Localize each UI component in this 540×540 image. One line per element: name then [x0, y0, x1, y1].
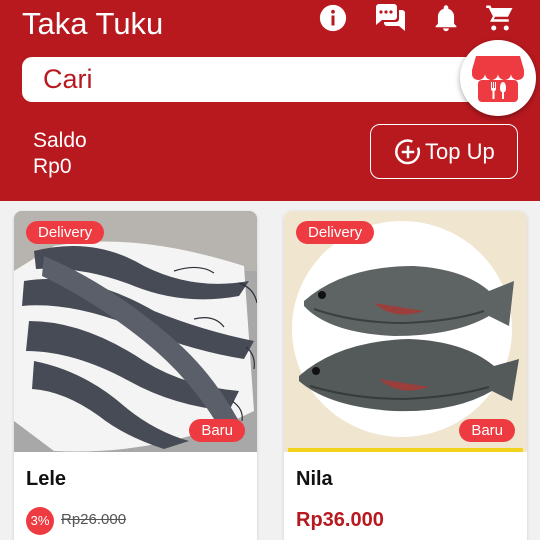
highlight-bar: [288, 448, 523, 452]
product-name: Nila: [296, 468, 333, 490]
delivery-badge: Delivery: [26, 221, 105, 244]
balance-label: Saldo: [33, 129, 87, 152]
product-name: Lele: [26, 468, 67, 490]
new-badge: Baru: [189, 419, 245, 442]
app-title: Taka Tuku: [22, 6, 164, 41]
search-placeholder: Cari: [43, 64, 93, 94]
store-icon: [471, 56, 525, 102]
balance-value: Rp0: [33, 155, 72, 178]
search-input[interactable]: Cari: [22, 57, 488, 102]
info-icon[interactable]: [317, 2, 349, 34]
chat-icon[interactable]: [371, 2, 409, 34]
cart-icon[interactable]: [484, 2, 516, 34]
new-badge: Baru: [459, 419, 515, 442]
product-image: Delivery Baru: [284, 211, 527, 452]
delivery-badge: Delivery: [296, 221, 375, 244]
product-price: Rp36.000: [296, 509, 384, 531]
product-card[interactable]: Delivery Baru Nila Rp36.000: [284, 211, 527, 540]
store-button[interactable]: [460, 40, 536, 116]
topup-label: Top Up: [425, 138, 495, 164]
topup-button[interactable]: Top Up: [370, 124, 518, 179]
old-price: Rp26.000: [61, 511, 127, 528]
add-circle-icon: [395, 138, 420, 164]
bell-icon[interactable]: [430, 2, 462, 34]
app-header: Taka Tuku Cari Saldo Rp0 Top Up: [0, 0, 540, 201]
product-card[interactable]: Delivery Baru Lele 3% Rp26.000: [14, 211, 257, 540]
product-image: Delivery Baru: [14, 211, 257, 452]
discount-badge: 3%: [26, 507, 54, 535]
